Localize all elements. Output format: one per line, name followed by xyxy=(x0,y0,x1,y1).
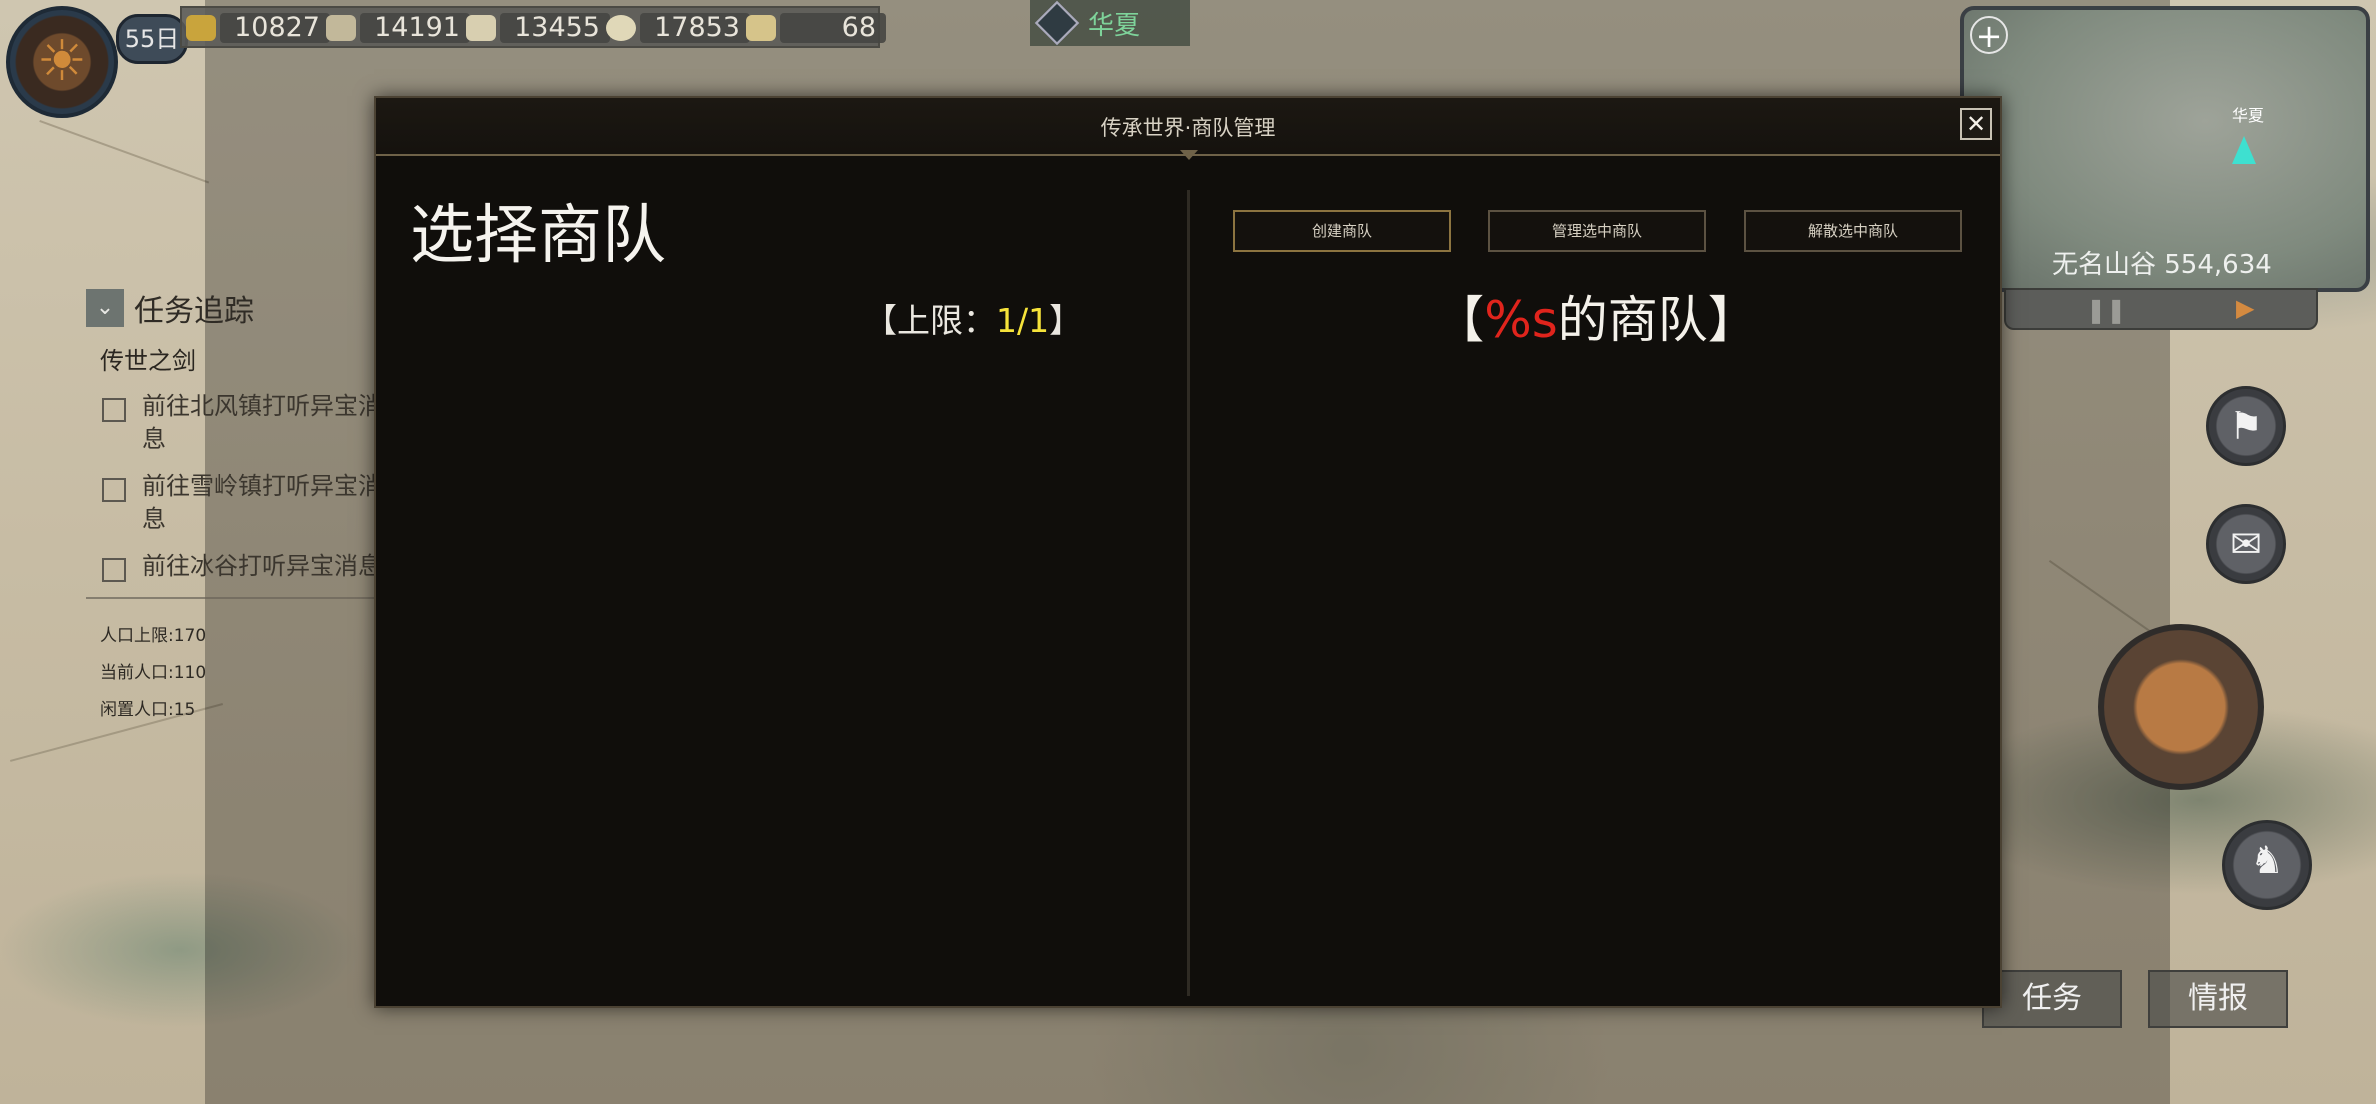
close-icon[interactable]: ✕ xyxy=(1960,108,1992,140)
camp-button[interactable] xyxy=(2098,624,2264,790)
resource-iron[interactable]: 14191 xyxy=(326,12,470,44)
zoom-in-icon[interactable]: + xyxy=(1970,16,2008,54)
quest-item-label: 前往雪岭镇打听异宝消息 xyxy=(142,472,382,533)
quest-item[interactable]: 前往冰谷打听异宝消息 xyxy=(100,550,386,583)
quest-item-label: 前往北风镇打听异宝消息 xyxy=(142,392,382,453)
resource-bar: 10827 14191 13455 17853 68 xyxy=(180,6,886,48)
caravan-owner-title: 【%s的商队】 xyxy=(1188,280,2004,352)
gold-coin-icon xyxy=(186,15,216,41)
resource-value: 13455 xyxy=(500,13,610,43)
resource-gold[interactable]: 10827 xyxy=(186,12,330,44)
resource-value: 10827 xyxy=(220,13,330,43)
quest-tracker-header[interactable]: ⌄ 任务追踪 xyxy=(86,285,386,331)
population-cap: 人口上限:170 xyxy=(100,626,207,646)
quest-tracker: ⌄ 任务追踪 传世之剑 前往北风镇打听异宝消息 前往雪岭镇打听异宝消息 前往冰谷… xyxy=(86,285,386,720)
kingdom-emblem-icon xyxy=(1034,0,1080,46)
disband-caravan-button[interactable]: 解散选中商队 xyxy=(1744,210,1962,252)
time-controls: ❚❚ ▶ xyxy=(2004,288,2318,330)
quest-item[interactable]: 前往北风镇打听异宝消息 xyxy=(100,390,386,456)
scroll-icon[interactable]: ✉ xyxy=(2206,504,2286,584)
resource-horn[interactable]: 68 xyxy=(746,12,886,44)
kingdom-name: 华夏 xyxy=(1088,10,1141,41)
minimap-location: 无名山谷 554,634 xyxy=(2052,250,2272,280)
silver-ingot-icon xyxy=(466,15,496,41)
owner-placeholder: %s xyxy=(1484,291,1558,349)
horn-icon xyxy=(746,15,776,41)
pause-icon[interactable]: ❚❚ xyxy=(2086,296,2126,324)
kingdom-banner[interactable]: 华夏 xyxy=(1030,0,1190,46)
dialog-title: 传承世界·商队管理 xyxy=(1100,116,1276,140)
dialog-header: 传承世界·商队管理 ✕ xyxy=(376,98,2000,160)
title-rest: 的商队】 xyxy=(1557,291,1758,349)
resource-value: 17853 xyxy=(640,13,750,43)
quest-checkbox[interactable] xyxy=(102,478,126,502)
sun-icon: ☀ xyxy=(36,29,88,94)
resource-silver[interactable]: 13455 xyxy=(466,12,610,44)
iron-ingot-icon xyxy=(326,15,356,41)
minimap-region-label: 华夏 xyxy=(2232,106,2265,125)
quest-checkbox[interactable] xyxy=(102,398,126,422)
resource-grain[interactable]: 17853 xyxy=(606,12,750,44)
limit-suffix: 】 xyxy=(1049,301,1083,340)
create-caravan-button[interactable]: 创建商队 xyxy=(1233,210,1451,252)
title-bracket: 【 xyxy=(1434,291,1485,349)
manage-caravan-button[interactable]: 管理选中商队 xyxy=(1488,210,1706,252)
population-idle: 闲置人口:15 xyxy=(100,700,196,720)
limit-prefix: 【上限： xyxy=(864,301,996,340)
resource-value: 14191 xyxy=(360,13,470,43)
day-counter: 55日 xyxy=(116,14,188,64)
tab-intel[interactable]: 情报 xyxy=(2148,970,2288,1028)
header-ornament xyxy=(1180,150,1198,160)
grain-icon xyxy=(606,15,636,41)
play-icon[interactable]: ▶ xyxy=(2236,294,2254,322)
tab-quests[interactable]: 任务 xyxy=(1982,970,2122,1028)
quest-tracker-title: 任务追踪 xyxy=(134,294,254,329)
quest-item-label: 前往冰谷打听异宝消息 xyxy=(142,552,382,580)
select-caravan-title: 选择商队 xyxy=(410,199,666,273)
player-marker-icon xyxy=(2232,136,2256,164)
minimap[interactable]: + 华夏 无名山谷 554,634 xyxy=(1960,6,2370,292)
banner-icon[interactable]: ⚑ xyxy=(2206,386,2286,466)
chevron-down-icon[interactable]: ⌄ xyxy=(86,289,124,327)
population-current: 当前人口:110 xyxy=(100,663,207,683)
resource-value: 68 xyxy=(780,13,886,43)
caravan-limit: 【上限：1/1】 xyxy=(864,294,1082,342)
limit-value: 1/1 xyxy=(996,301,1050,340)
caravan-list[interactable] xyxy=(396,358,1176,988)
caravan-management-dialog: 传承世界·商队管理 ✕ 选择商队 【上限：1/1】 创建商队 管理选中商队 解散… xyxy=(374,96,2002,1008)
quest-item[interactable]: 前往雪岭镇打听异宝消息 xyxy=(100,470,386,536)
horse-icon[interactable]: ♞ xyxy=(2222,820,2312,910)
divider xyxy=(86,597,386,599)
time-of-day-dial[interactable]: ☀ xyxy=(6,6,118,118)
quest-checkbox[interactable] xyxy=(102,558,126,582)
quest-category: 传世之剑 xyxy=(100,347,196,375)
